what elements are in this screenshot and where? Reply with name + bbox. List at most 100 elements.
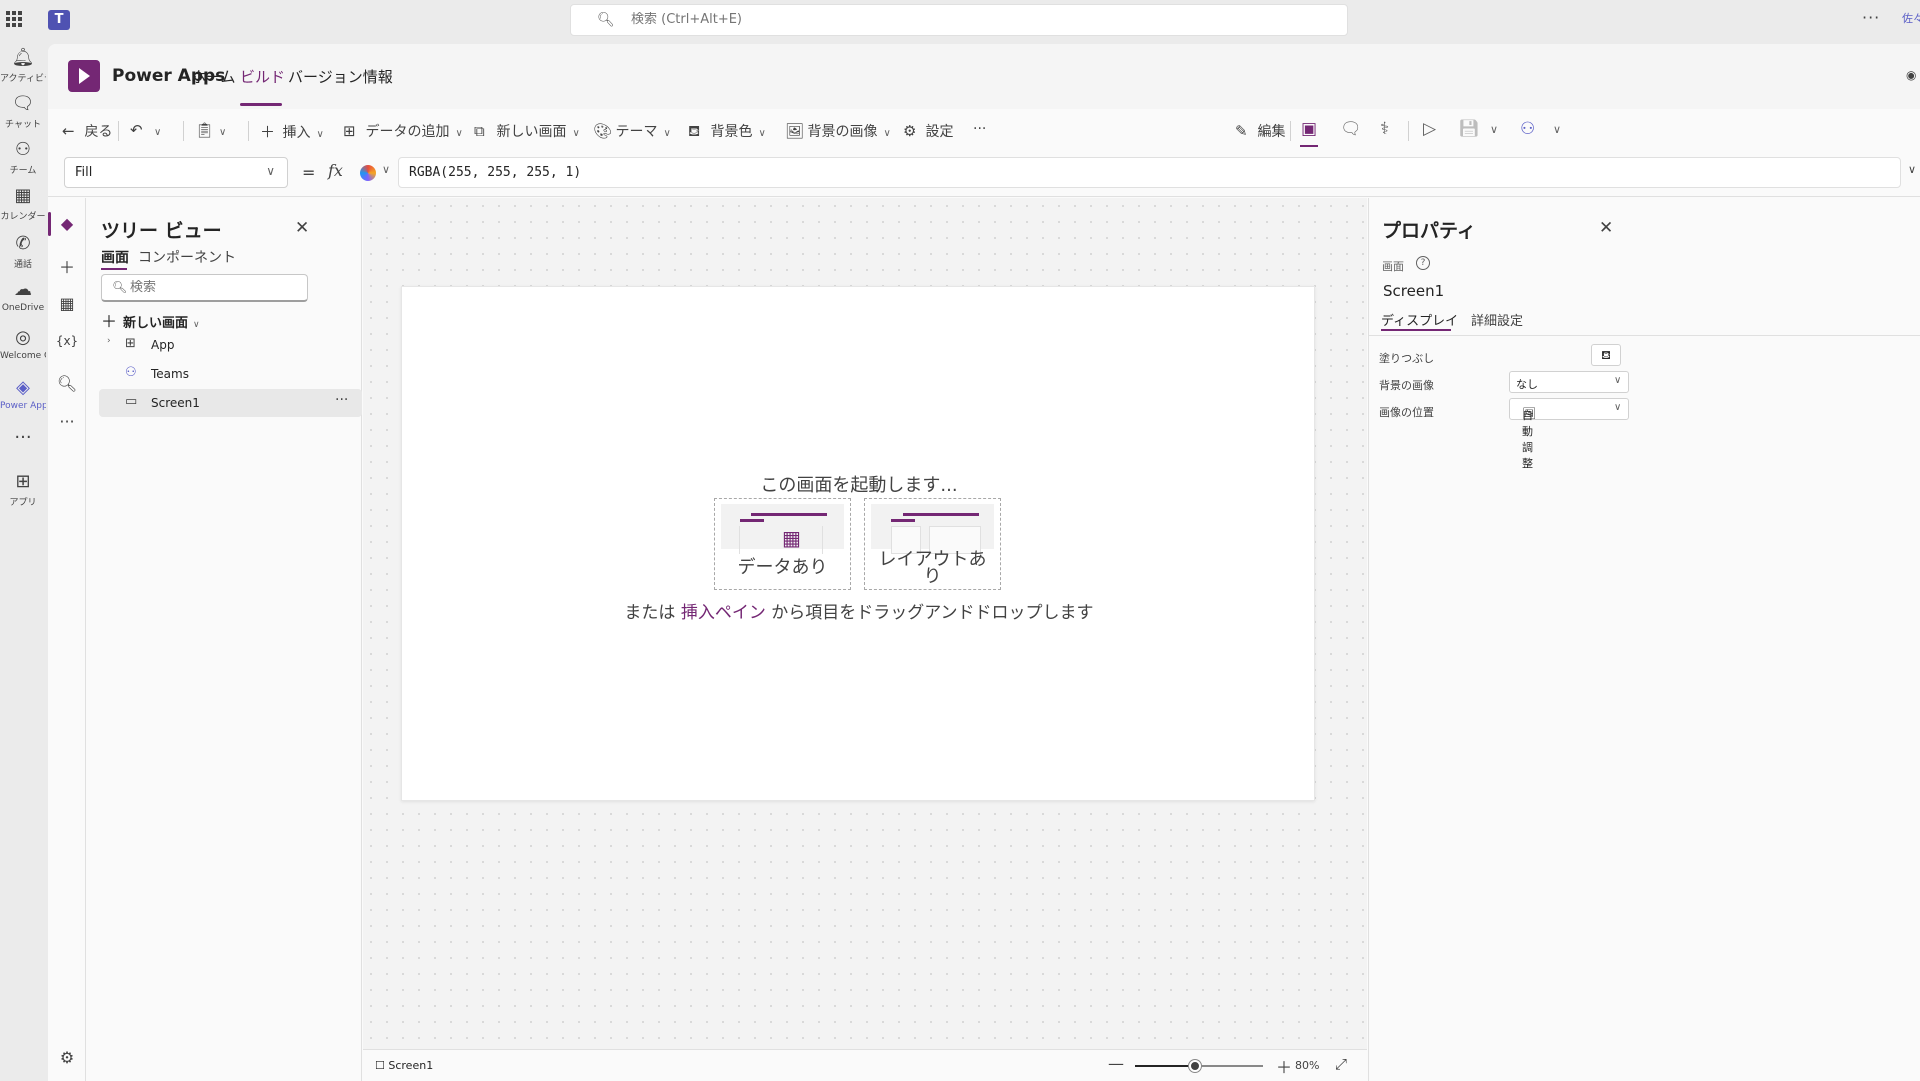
screen-canvas[interactable]: この画面を起動します... ▦ データあり レイアウトあり または 挿入ペイン … [401, 286, 1315, 801]
undo-button[interactable]: ↶ ∨ [130, 121, 161, 139]
rail-item-power-apps[interactable]: ◈ Power Apps [0, 376, 46, 411]
teams-logo-icon: T [48, 10, 70, 30]
global-search-input[interactable] [631, 12, 1231, 27]
template-card-label: レイアウトあり [878, 549, 987, 587]
tab-screens[interactable]: 画面 [101, 247, 129, 267]
zoom-slider[interactable] [1135, 1060, 1263, 1072]
fit-to-window-icon[interactable]: ⤢ [1335, 1055, 1347, 1073]
rail-item-onedrive[interactable]: ☁ OneDrive [0, 278, 46, 313]
property-label-image-position: 画像の位置 [1379, 406, 1434, 419]
tab-build[interactable]: ビルド [240, 66, 285, 87]
variables-icon[interactable]: {x} [48, 334, 86, 348]
property-label-background-image: 背景の画像 [1379, 379, 1434, 392]
more-commands-button[interactable]: ··· [973, 121, 986, 137]
tree-item-screen1[interactable]: ▭ Screen1 ··· [99, 389, 362, 417]
settings-label: 設定 [925, 124, 954, 140]
tree-item-label: Teams [151, 367, 189, 381]
stethoscope-icon[interactable]: ⚕ [1380, 119, 1389, 139]
rail-item-calls[interactable]: ✆ 通話 [0, 232, 46, 270]
fill-color-picker[interactable]: ⛾ [1591, 344, 1621, 366]
publish-teams-icon[interactable]: ⚇ [1520, 119, 1535, 139]
rail-item-welcome[interactable]: ◎ Welcome G... [0, 326, 46, 361]
background-color-button[interactable]: ⛾ 背景色 ∨ [688, 121, 766, 142]
rail-item-chat[interactable]: 🗨︎ チャット [0, 92, 46, 130]
tab-components[interactable]: コンポーネント [138, 247, 236, 267]
zoom-out-icon[interactable]: — [1108, 1054, 1124, 1073]
rail-label: Power Apps [0, 401, 46, 411]
data-icon[interactable]: ▦ [48, 294, 86, 313]
active-tab-indicator [1381, 329, 1451, 331]
close-icon[interactable]: ✕ [295, 218, 309, 238]
tree-search-input[interactable] [130, 280, 300, 295]
thumbnail-header-bar [903, 513, 979, 516]
rail-item-more[interactable]: ··· [0, 426, 46, 450]
visibility-icon[interactable]: ◉ [1906, 68, 1916, 82]
tree-item-teams[interactable]: ⚇ Teams [99, 360, 362, 388]
new-screen-button[interactable]: ＋ 新しい画面 ∨ [101, 308, 200, 332]
tab-version-info[interactable]: バージョン情報 [288, 66, 393, 87]
insert-pane-link[interactable]: 挿入ペイン [681, 603, 766, 623]
rail-label: チーム [9, 166, 37, 176]
theme-button[interactable]: 🎨︎ テーマ ∨ [593, 121, 671, 141]
rail-item-activity[interactable]: 🔔︎ アクティビティ [0, 46, 46, 84]
rail-item-calendar[interactable]: ▦ カレンダー [0, 184, 46, 222]
more-icon[interactable]: ··· [48, 412, 86, 431]
add-data-label: データの追加 [365, 124, 450, 140]
search-icon: 🔍︎ [112, 280, 128, 294]
tree-view-icon[interactable]: ◆ [48, 214, 86, 233]
more-options-icon[interactable]: ··· [335, 392, 348, 408]
back-button[interactable]: ← 戻る [62, 121, 112, 141]
help-icon[interactable]: ? [1416, 256, 1430, 270]
rail-item-teams[interactable]: ⚇ チーム [0, 138, 46, 176]
background-image-button[interactable]: 🖼︎ 背景の画像 ∨ [785, 121, 891, 141]
add-data-button[interactable]: ⊞ データの追加 ∨ [343, 121, 463, 141]
chevron-down-icon: ∨ [1614, 402, 1622, 413]
arrow-left-icon: ← [62, 122, 75, 140]
more-options-icon[interactable]: ··· [1862, 8, 1880, 27]
rail-item-apps[interactable]: ⊞ アプリ [0, 470, 46, 508]
tab-home[interactable]: ホーム [191, 66, 236, 87]
tab-display[interactable]: ディスプレイ [1381, 310, 1458, 329]
search-icon: 🔍︎ [597, 12, 615, 28]
comment-icon[interactable]: 🗨︎ [1340, 119, 1362, 139]
zoom-slider-handle[interactable] [1189, 1060, 1201, 1072]
paste-button[interactable]: 📋︎ ∨ [195, 121, 226, 139]
chevron-down-icon: ∨ [572, 128, 580, 139]
play-icon[interactable]: ▷ [1423, 119, 1436, 139]
thumbnail-title-bar [740, 519, 764, 522]
tab-advanced[interactable]: 詳細設定 [1471, 310, 1523, 329]
chevron-down-icon: ∨ [663, 128, 671, 139]
screen-breadcrumb[interactable]: ☐ Screen1 [375, 1059, 433, 1072]
global-search[interactable]: 🔍︎ [570, 4, 1348, 36]
chevron-down-icon[interactable]: ∨ [1553, 123, 1561, 136]
tree-item-app[interactable]: › ⊞ App [99, 331, 362, 359]
property-selector[interactable]: Fill ∨ [64, 157, 288, 188]
chevron-right-icon[interactable]: › [107, 336, 111, 346]
background-image-dropdown[interactable]: なし ∨ [1509, 371, 1629, 393]
close-icon[interactable]: ✕ [1599, 218, 1613, 238]
table-icon: ⊞ [343, 122, 356, 140]
fx-icon: fx [328, 161, 343, 180]
chevron-down-icon[interactable]: ∨ [1490, 123, 1498, 136]
image-position-dropdown[interactable]: 🖼︎ 自動調整 ∨ [1509, 398, 1629, 470]
insert-icon[interactable]: ＋ [48, 254, 86, 278]
paint-bucket-icon: ⛾ [1601, 348, 1611, 362]
insert-button[interactable]: ＋ 挿入 ∨ [260, 121, 324, 142]
copilot-icon[interactable] [360, 165, 376, 181]
formula-input[interactable]: RGBA(255, 255, 255, 1) [398, 157, 1901, 188]
settings-gear-icon[interactable]: ⚙ [48, 1048, 86, 1067]
app-checker-icon[interactable]: ▣ [1301, 119, 1317, 139]
template-card-with-data[interactable]: ▦ データあり [714, 498, 851, 590]
template-card-with-layout[interactable]: レイアウトあり [864, 498, 1001, 590]
edit-button[interactable]: ✎ 編集 [1235, 121, 1285, 141]
search-icon[interactable]: 🔍︎ [48, 374, 86, 393]
save-icon[interactable]: 💾︎ [1458, 119, 1480, 139]
zoom-in-icon[interactable]: ＋ [1276, 1054, 1292, 1078]
app-launcher-icon[interactable] [6, 11, 22, 27]
chevron-down-icon[interactable]: ∨ [382, 163, 390, 176]
expand-formula-icon[interactable]: ∨ [1908, 163, 1916, 176]
avatar[interactable]: 佐々 [1902, 10, 1920, 26]
tree-search[interactable]: 🔍︎ [101, 274, 308, 302]
settings-button[interactable]: ⚙ 設定 [903, 121, 953, 141]
new-screen-button[interactable]: ⧉ 新しい画面 ∨ [474, 121, 580, 141]
